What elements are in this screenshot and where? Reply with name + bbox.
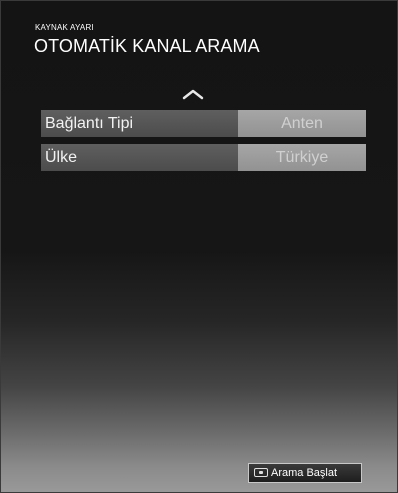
- setting-value[interactable]: Anten: [238, 110, 366, 137]
- scroll-up-arrow-icon[interactable]: [182, 87, 204, 101]
- menu-subtitle: KAYNAK AYARI: [35, 23, 94, 32]
- setting-value[interactable]: Türkiye: [238, 144, 366, 171]
- page-title: OTOMATİK KANAL ARAMA: [34, 36, 260, 56]
- auto-channel-search-screen: KAYNAK AYARI OTOMATİK KANAL ARAMA Bağlan…: [0, 0, 398, 493]
- remote-key-icon: [254, 468, 268, 477]
- setting-row-country[interactable]: Ülke Türkiye: [41, 144, 366, 171]
- start-search-label: Arama Başlat: [271, 467, 338, 479]
- setting-label: Ülke: [41, 144, 238, 171]
- setting-label: Bağlantı Tipi: [41, 110, 238, 137]
- setting-row-connection-type[interactable]: Bağlantı Tipi Anten: [41, 110, 366, 137]
- start-search-button[interactable]: Arama Başlat: [248, 463, 362, 483]
